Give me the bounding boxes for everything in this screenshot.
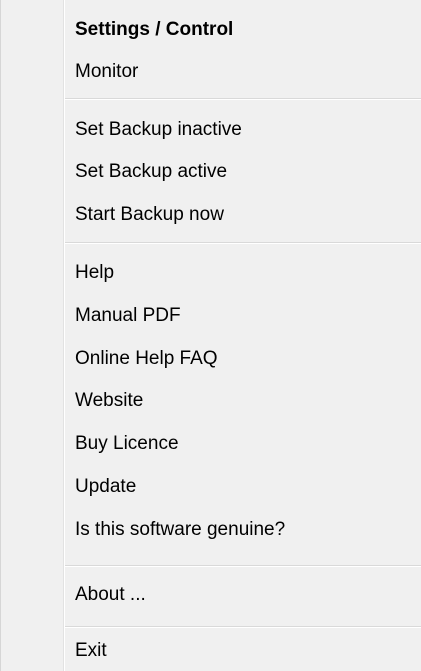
menu-separator	[65, 565, 421, 567]
menu-separator	[65, 242, 421, 244]
menu-item-exit[interactable]: Exit	[1, 632, 421, 668]
menu-separator	[65, 626, 421, 628]
menu-item-set-backup-inactive[interactable]: Set Backup inactive	[1, 111, 421, 147]
menu-item-manual-pdf[interactable]: Manual PDF	[1, 297, 421, 333]
menu-item-is-this-software-genuine[interactable]: Is this software genuine?	[1, 511, 421, 547]
menu-item-set-backup-active[interactable]: Set Backup active	[1, 153, 421, 189]
context-menu: Settings / Control Monitor Set Backup in…	[0, 0, 421, 671]
menu-item-help[interactable]: Help	[1, 254, 421, 290]
menu-item-settings-control[interactable]: Settings / Control	[1, 11, 421, 47]
menu-item-start-backup-now[interactable]: Start Backup now	[1, 196, 421, 232]
icon-gutter-highlight	[64, 0, 65, 671]
menu-item-monitor[interactable]: Monitor	[1, 53, 421, 89]
menu-item-about[interactable]: About ...	[1, 576, 421, 612]
menu-item-website[interactable]: Website	[1, 382, 421, 418]
menu-item-online-help-faq[interactable]: Online Help FAQ	[1, 340, 421, 376]
menu-separator	[65, 98, 421, 100]
menu-item-update[interactable]: Update	[1, 468, 421, 504]
menu-item-buy-licence[interactable]: Buy Licence	[1, 425, 421, 461]
